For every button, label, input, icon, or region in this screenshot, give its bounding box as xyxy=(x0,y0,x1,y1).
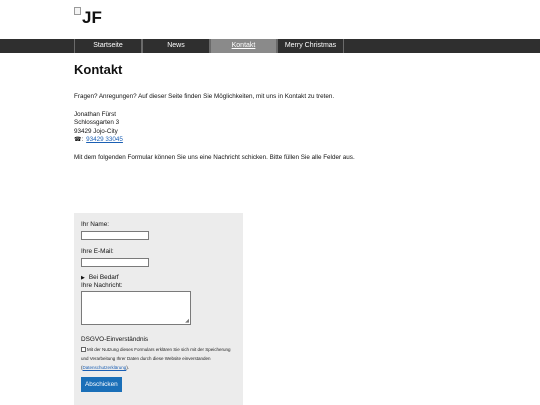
resize-grip-icon[interactable]: ◢ xyxy=(185,319,189,324)
details-label: Bei Bedarf xyxy=(88,274,119,281)
nav-item-kontakt[interactable]: Kontakt xyxy=(210,39,277,53)
nav-item-merry-christmas[interactable]: Merry Christmas xyxy=(277,39,344,53)
phone-link[interactable]: 93429 33045 xyxy=(86,136,123,145)
broken-image-icon xyxy=(74,7,81,15)
phone-icon: ☎: xyxy=(74,137,84,144)
address-city: 93429 Jojo-City xyxy=(74,127,118,135)
logo-text: JF xyxy=(82,8,102,27)
consent-text-part2: ). xyxy=(126,365,130,370)
contact-form: Ihr Name: Ihre E-Mail: ▶ Bei Bedarf Ihre… xyxy=(74,213,243,405)
message-label: Ihre Nachricht: xyxy=(81,282,123,289)
nav-item-startseite[interactable]: Startseite xyxy=(74,39,142,53)
consent-checkbox[interactable] xyxy=(81,347,86,353)
nav-item-news[interactable]: News xyxy=(142,39,210,53)
address-street: Schlossgarten 3 xyxy=(74,119,120,127)
phone-row: ☎: 93429 33045 xyxy=(74,136,494,145)
disclosure-triangle-icon: ▶ xyxy=(81,275,85,281)
details-toggle[interactable]: ▶ Bei Bedarf xyxy=(81,274,236,282)
email-label: Ihre E-Mail: xyxy=(81,248,114,255)
site-logo[interactable]: JF xyxy=(74,6,102,28)
main-navigation: Startseite News Kontakt Merry Christmas xyxy=(0,39,540,53)
intro-text: Fragen? Anregungen? Auf dieser Seite fin… xyxy=(74,93,335,100)
name-input[interactable] xyxy=(81,231,149,240)
page-title: Kontakt xyxy=(74,62,123,77)
email-input[interactable] xyxy=(81,258,149,267)
submit-button[interactable]: Abschicken xyxy=(81,377,122,392)
main-content: Kontakt Fragen? Anregungen? Auf dieser S… xyxy=(74,62,494,163)
form-intro-text: Mit dem folgenden Formular können Sie un… xyxy=(74,153,355,161)
privacy-policy-link[interactable]: Datenschutzerklärung xyxy=(83,365,127,370)
name-label: Ihr Name: xyxy=(81,221,110,228)
contact-address: Jonathan Fürst Schlossgarten 3 93429 Joj… xyxy=(74,111,494,145)
message-textarea[interactable]: ◢ xyxy=(81,291,191,325)
address-name: Jonathan Fürst xyxy=(74,110,117,118)
consent-text: Mit der Nutzung dieses Formulars erkläre… xyxy=(81,345,236,372)
consent-heading: DSGVO-Einverständnis xyxy=(81,336,149,343)
